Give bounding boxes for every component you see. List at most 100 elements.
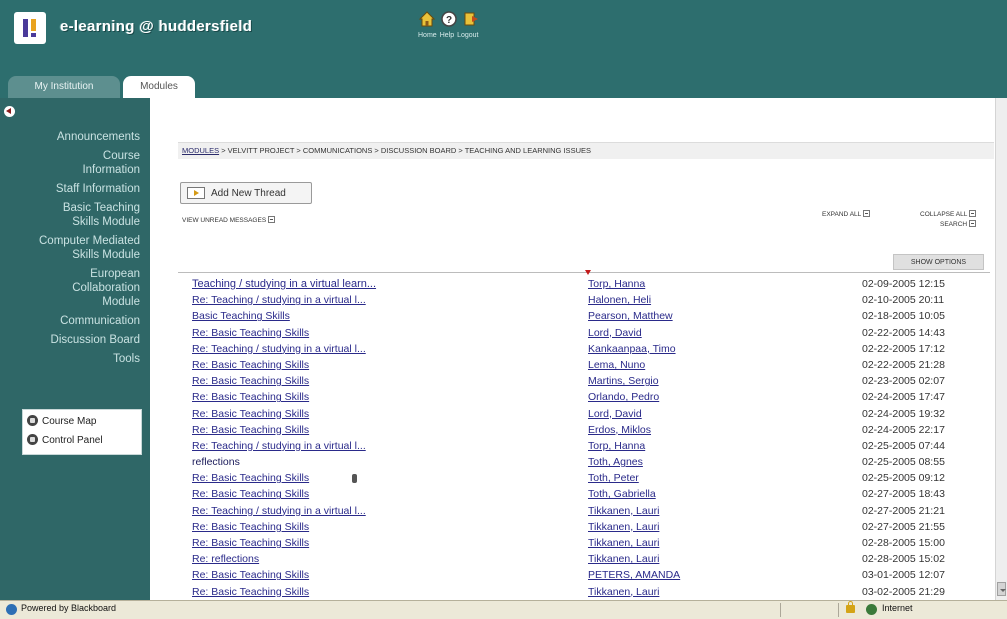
thread-author-link[interactable]: Tikkanen, Lauri xyxy=(588,553,659,565)
search-link[interactable]: SEARCH xyxy=(940,220,977,228)
thread-subject-link[interactable]: Re: Basic Teaching Skills xyxy=(192,391,309,403)
help-icon[interactable]: ? xyxy=(440,10,458,28)
tab-modules[interactable]: Modules xyxy=(123,76,195,98)
thread-subject-link[interactable]: Re: Basic Teaching Skills xyxy=(192,327,309,339)
thread-subject-link[interactable]: Re: Basic Teaching Skills xyxy=(192,424,309,436)
tools-panel: Course Map Control Panel xyxy=(22,409,142,455)
site-brand: e-learning @ huddersfield xyxy=(60,18,253,35)
control-panel-link[interactable]: Control Panel xyxy=(27,433,103,449)
collapse-menu-icon[interactable] xyxy=(4,106,15,117)
thread-author-link[interactable]: Toth, Agnes xyxy=(588,456,643,468)
thread-author-link[interactable]: Lema, Nuno xyxy=(588,359,645,371)
thread-subject-link[interactable]: Re: Teaching / studying in a virtual l..… xyxy=(192,440,366,452)
thread-subject-link[interactable]: Re: Teaching / studying in a virtual l..… xyxy=(192,294,366,306)
thread-author-link[interactable]: Kankaanpaa, Timo xyxy=(588,343,676,355)
sidebar-item-discussion-board[interactable]: Discussion Board xyxy=(0,333,140,347)
thread-author-link[interactable]: Toth, Peter xyxy=(588,472,639,484)
course-map-link[interactable]: Course Map xyxy=(27,414,96,430)
show-options-button[interactable]: SHOW OPTIONS xyxy=(893,254,984,270)
thread-subject-link[interactable]: Re: Basic Teaching Skills xyxy=(192,586,309,598)
sidebar-item-tools[interactable]: Tools xyxy=(0,352,140,366)
thread-author-link[interactable]: Tikkanen, Lauri xyxy=(588,537,659,549)
table-row: Re: Basic Teaching Skills Toth, Gabriella… xyxy=(150,488,995,504)
thread-subject-link[interactable]: Basic Teaching Skills xyxy=(192,310,290,322)
thread-author-link[interactable]: Lord, David xyxy=(588,327,642,339)
home-link[interactable]: Home xyxy=(418,32,437,39)
lock-icon xyxy=(846,601,855,613)
sidebar-item-computer-mediated-skills[interactable]: Computer Mediated Skills Module xyxy=(0,234,140,262)
thread-subject-link[interactable]: Re: Basic Teaching Skills xyxy=(192,408,309,420)
thread-author-link[interactable]: Orlando, Pedro xyxy=(588,391,659,403)
collapse-all-link[interactable]: COLLAPSE ALL xyxy=(920,210,977,218)
table-row: Re: Basic Teaching Skills Lord, David 02-2… xyxy=(150,327,995,343)
globe-icon xyxy=(866,604,877,615)
search-icon xyxy=(969,220,977,227)
thread-author-link[interactable]: Halonen, Heli xyxy=(588,294,651,306)
thread-subject-link[interactable]: Re: Basic Teaching Skills xyxy=(192,375,309,387)
thread-subject-link[interactable]: Teaching / studying in a virtual learn..… xyxy=(192,278,376,290)
table-row: Teaching / studying in a virtual learn..… xyxy=(150,278,995,294)
breadcrumb: MODULES > VELVITT PROJECT > COMMUNICATIO… xyxy=(178,142,994,159)
sidebar-item-european-collaboration[interactable]: European Collaboration Module xyxy=(0,267,140,309)
logout-icon[interactable] xyxy=(462,10,480,28)
course-menu-sidebar: Announcements Course Information Staff I… xyxy=(0,98,150,600)
thread-subject-link[interactable]: Re: reflections xyxy=(192,553,259,565)
thread-subject-link[interactable]: Re: Basic Teaching Skills xyxy=(192,537,309,549)
thread-subject-link[interactable]: Re: Basic Teaching Skills xyxy=(192,359,309,371)
sort-arrow-icon[interactable] xyxy=(585,270,591,275)
view-unread-messages[interactable]: VIEW UNREAD MESSAGES xyxy=(182,216,276,224)
sidebar-item-staff-information[interactable]: Staff Information xyxy=(0,182,140,196)
table-row: Basic Teaching Skills Pearson, Matthew 02-… xyxy=(150,310,995,326)
sidebar-item-communication[interactable]: Communication xyxy=(0,314,140,328)
table-row: Re: Teaching / studying in a virtual l..… xyxy=(150,440,995,456)
thread-subject-link[interactable]: Re: Basic Teaching Skills xyxy=(192,521,309,533)
vertical-scrollbar[interactable] xyxy=(995,98,1007,600)
thread-subject-link[interactable]: Re: Basic Teaching Skills xyxy=(192,569,309,581)
thread-subject-link[interactable]: Re: Teaching / studying in a virtual l..… xyxy=(192,505,366,517)
thread-author-link[interactable]: Tikkanen, Lauri xyxy=(588,586,659,598)
expand-all-label: EXPAND ALL xyxy=(822,211,862,218)
thread-subject-link[interactable]: Re: Basic Teaching Skills xyxy=(192,488,309,500)
scroll-down-button[interactable] xyxy=(997,582,1006,596)
thread-author-link[interactable]: Tikkanen, Lauri xyxy=(588,521,659,533)
sidebar-item-announcements[interactable]: Announcements xyxy=(0,130,140,144)
home-icon[interactable] xyxy=(418,10,436,28)
thread-author-link[interactable]: Torp, Hanna xyxy=(588,278,645,290)
security-zone: Internet xyxy=(882,603,913,613)
thread-date: 03-01-2005 12:07 xyxy=(862,569,945,582)
thread-date: 02-22-2005 14:43 xyxy=(862,326,945,339)
thread-author-link[interactable]: Lord, David xyxy=(588,408,642,420)
help-link[interactable]: Help xyxy=(440,32,454,39)
dropdown-icon xyxy=(268,216,276,223)
table-row: Re: Basic Teaching Skills Erdos, Miklos 02… xyxy=(150,424,995,440)
thread-author-link[interactable]: PETERS, AMANDA xyxy=(588,569,680,581)
table-row: Re: Basic Teaching Skills Toth, Peter 02-2… xyxy=(150,472,995,488)
add-new-thread-button[interactable]: Add New Thread xyxy=(180,182,312,204)
thread-date: 02-27-2005 21:21 xyxy=(862,504,945,517)
thread-author-link[interactable]: Martins, Sergio xyxy=(588,375,659,387)
thread-subject-link[interactable]: reflections xyxy=(192,456,240,468)
thread-date: 02-25-2005 09:12 xyxy=(862,472,945,485)
thread-date: 02-23-2005 02:07 xyxy=(862,375,945,388)
thread-author-link[interactable]: Toth, Gabriella xyxy=(588,488,656,500)
thread-date: 02-22-2005 17:12 xyxy=(862,342,945,355)
table-row: Re: Basic Teaching Skills Orlando, Pedro 0… xyxy=(150,391,995,407)
tab-my-institution[interactable]: My Institution xyxy=(8,76,120,98)
thread-author-link[interactable]: Pearson, Matthew xyxy=(588,310,673,322)
thread-subject-link[interactable]: Re: Teaching / studying in a virtual l..… xyxy=(192,343,366,355)
course-map-icon xyxy=(27,415,38,426)
control-panel-icon xyxy=(27,434,38,445)
expand-all-link[interactable]: EXPAND ALL xyxy=(822,210,871,218)
sidebar-item-course-information[interactable]: Course Information xyxy=(0,149,140,177)
thread-subject-link[interactable]: Re: Basic Teaching Skills xyxy=(192,472,309,484)
thread-author-link[interactable]: Torp, Hanna xyxy=(588,440,645,452)
thread-author-link[interactable]: Erdos, Miklos xyxy=(588,424,651,436)
sidebar-item-basic-teaching-skills[interactable]: Basic Teaching Skills Module xyxy=(0,201,140,229)
thread-author-link[interactable]: Tikkanen, Lauri xyxy=(588,505,659,517)
breadcrumb-modules-link[interactable]: MODULES xyxy=(182,146,219,155)
table-header-rule xyxy=(178,272,990,273)
logout-link[interactable]: Logout xyxy=(457,32,478,39)
table-row: Re: Basic Teaching Skills Lord, David 02-2… xyxy=(150,408,995,424)
breadcrumb-path: > VELVITT PROJECT > COMMUNICATIONS > DIS… xyxy=(221,146,591,155)
table-row: Re: Teaching / studying in a virtual l..… xyxy=(150,343,995,359)
